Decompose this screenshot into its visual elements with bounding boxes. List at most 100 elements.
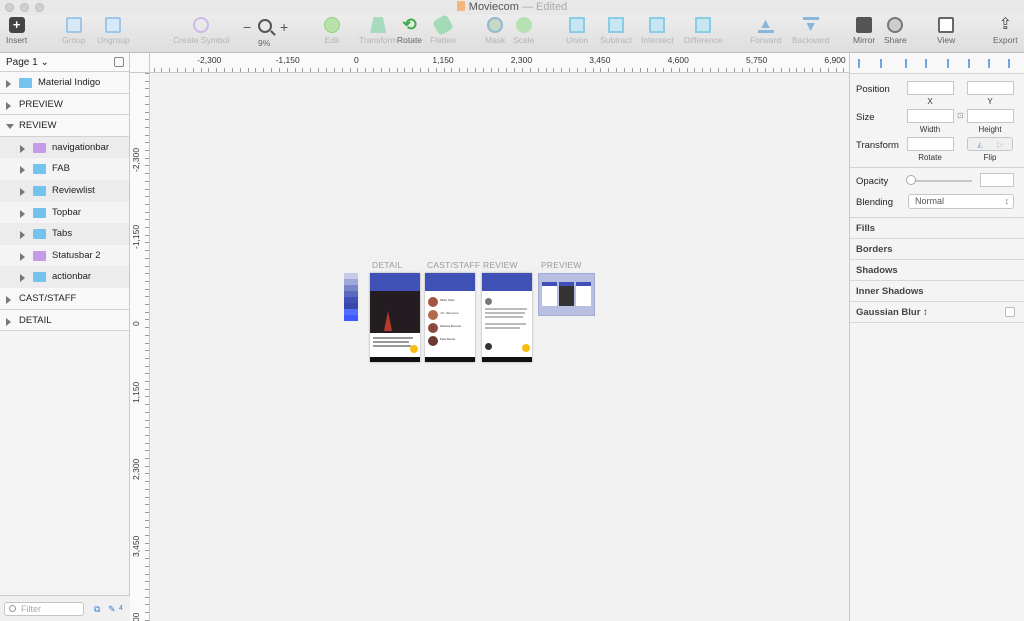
add-page-icon[interactable]	[114, 57, 124, 67]
artboard-preview[interactable]	[538, 273, 595, 316]
artboard-review[interactable]	[482, 273, 532, 362]
mirror-button[interactable]: Mirror	[853, 17, 875, 45]
layer-row-actionbar[interactable]: actionbar	[0, 266, 129, 288]
scale-button[interactable]: Scale	[513, 17, 534, 45]
opacity-slider-knob[interactable]	[906, 175, 916, 185]
intersect-button[interactable]: Intersect	[641, 17, 674, 45]
horizontal-ruler[interactable]: -2,300 -1,150 0 1,150 2,300 3,450 4,600 5,750 6,…	[130, 53, 850, 73]
artboard-cast-staff[interactable]: Miles Teller J.K. Simmons Melissa Benois…	[425, 273, 475, 362]
vertical-ruler[interactable]: -2,300 -1,150 0 1,150 2,300 3,450 4,600	[130, 73, 150, 621]
disclosure-closed-icon[interactable]	[6, 317, 11, 326]
zoom-out-button[interactable]: −	[243, 19, 251, 35]
layer-row-cast-staff[interactable]: CAST/STAFF	[0, 287, 129, 310]
disclosure-closed-icon[interactable]	[20, 209, 25, 218]
flip-horizontal-icon[interactable]: ◭	[977, 140, 983, 149]
layer-row-statusbar-2[interactable]: Statusbar 2	[0, 244, 129, 267]
edit-button[interactable]: Edit	[324, 17, 340, 45]
disclosure-closed-icon[interactable]	[20, 166, 25, 175]
layer-row-preview[interactable]: PREVIEW	[0, 93, 129, 116]
union-button[interactable]: Union	[566, 17, 588, 45]
height-field[interactable]	[967, 109, 1014, 123]
align-right-icon[interactable]	[905, 59, 912, 68]
layer-row-review[interactable]: REVIEW	[0, 115, 129, 137]
share-button[interactable]: Share	[884, 17, 907, 45]
y-field[interactable]	[967, 81, 1014, 95]
difference-button[interactable]: Difference	[684, 17, 723, 45]
layer-row-navigationbar[interactable]: navigationbar	[0, 136, 129, 159]
ruler-tick	[145, 527, 149, 529]
ruler-tick	[592, 68, 594, 72]
fills-section[interactable]: Fills	[850, 218, 1024, 239]
ruler-tick	[145, 404, 149, 406]
flip-control[interactable]: ◭ ▷	[967, 137, 1013, 151]
disclosure-open-icon[interactable]	[6, 124, 14, 133]
zoom-icon[interactable]	[258, 19, 272, 33]
disclosure-closed-icon[interactable]	[20, 187, 25, 196]
disclosure-closed-icon[interactable]	[6, 80, 11, 88]
ruler-tick	[380, 68, 382, 72]
lock-icon[interactable]: ⊡	[957, 111, 964, 120]
artboard-label-preview[interactable]: PREVIEW	[541, 260, 582, 270]
transform-button[interactable]: Transform	[359, 17, 397, 45]
disclosure-closed-icon[interactable]	[20, 274, 25, 283]
disclosure-closed-icon[interactable]	[20, 231, 25, 240]
canvas[interactable]: DETAIL CAST/STAFF Miles Teller J.K. Simm…	[151, 74, 849, 621]
inner-shadows-section[interactable]: Inner Shadows	[850, 281, 1024, 302]
distribute-h-icon[interactable]	[988, 59, 995, 68]
export-button[interactable]: ⇪ Export	[993, 17, 1018, 46]
distribute-v-icon[interactable]	[1008, 59, 1015, 68]
brush-icon[interactable]: ✎	[108, 604, 116, 615]
zoom-in-button[interactable]: +	[280, 19, 288, 35]
flatten-button[interactable]: Flatten	[430, 14, 456, 45]
page-selector[interactable]: Page 1 ⌄	[0, 53, 129, 72]
create-symbol-button[interactable]: Create Symbol	[173, 17, 229, 45]
disclosure-closed-icon[interactable]	[20, 144, 25, 153]
layer-row-reviewlist[interactable]: Reviewlist	[0, 179, 129, 202]
gaussian-blur-section[interactable]: Gaussian Blur ↕	[850, 302, 1024, 323]
layer-row-fab[interactable]: FAB	[0, 158, 129, 180]
flip-vertical-icon[interactable]: ▷	[997, 140, 1003, 149]
backward-button[interactable]: ▼ Backward	[792, 17, 829, 45]
disclosure-closed-icon[interactable]	[6, 101, 11, 110]
ruler-tick	[616, 68, 618, 72]
artboard-label-cast-staff[interactable]: CAST/STAFF	[427, 260, 480, 270]
gaussian-blur-checkbox[interactable]	[1005, 307, 1015, 317]
color-swatch[interactable]	[344, 315, 358, 321]
align-top-icon[interactable]	[925, 59, 932, 68]
layer-row-tabs[interactable]: Tabs	[0, 223, 129, 245]
artboard-label-review[interactable]: REVIEW	[483, 260, 518, 270]
x-field[interactable]	[907, 81, 954, 95]
mask-button[interactable]: Mask	[485, 17, 505, 45]
disclosure-closed-icon[interactable]	[6, 295, 11, 304]
forward-button[interactable]: ▲ Forward	[750, 16, 781, 45]
ungroup-button[interactable]: Ungroup	[97, 17, 130, 45]
subtract-button[interactable]: Subtract	[600, 17, 632, 45]
layer-row-detail[interactable]: DETAIL	[0, 309, 129, 332]
borders-section[interactable]: Borders	[850, 239, 1024, 260]
opacity-slider[interactable]	[910, 180, 972, 182]
insert-button[interactable]: + Insert	[6, 17, 27, 45]
ruler-label: 4,600	[131, 594, 141, 621]
align-middle-icon[interactable]	[947, 59, 954, 68]
ruler-tick	[145, 103, 149, 105]
align-bottom-icon[interactable]	[968, 59, 975, 68]
layer-row-material-indigo[interactable]: Material Indigo	[0, 72, 129, 94]
artboard-detail[interactable]	[370, 273, 420, 362]
align-center-icon[interactable]	[880, 59, 887, 68]
rotate-button[interactable]: ⟲ Rotate	[397, 16, 422, 45]
rotate-field[interactable]	[907, 137, 954, 151]
artboard-filter-icon[interactable]: ⧉	[94, 604, 100, 615]
align-left-icon[interactable]	[858, 59, 865, 68]
artboard-label-detail[interactable]: DETAIL	[372, 260, 402, 270]
filter-input[interactable]: Filter	[4, 602, 84, 616]
blending-select[interactable]: Normal	[908, 194, 1014, 209]
view-button[interactable]: View	[937, 17, 955, 45]
layer-row-topbar[interactable]: Topbar	[0, 201, 129, 224]
shadows-section[interactable]: Shadows	[850, 260, 1024, 281]
width-field[interactable]	[907, 109, 954, 123]
ruler-tick	[529, 68, 531, 72]
ruler-tick	[145, 211, 149, 213]
disclosure-closed-icon[interactable]	[20, 252, 25, 261]
opacity-field[interactable]	[980, 173, 1014, 187]
group-button[interactable]: Group	[62, 17, 86, 45]
